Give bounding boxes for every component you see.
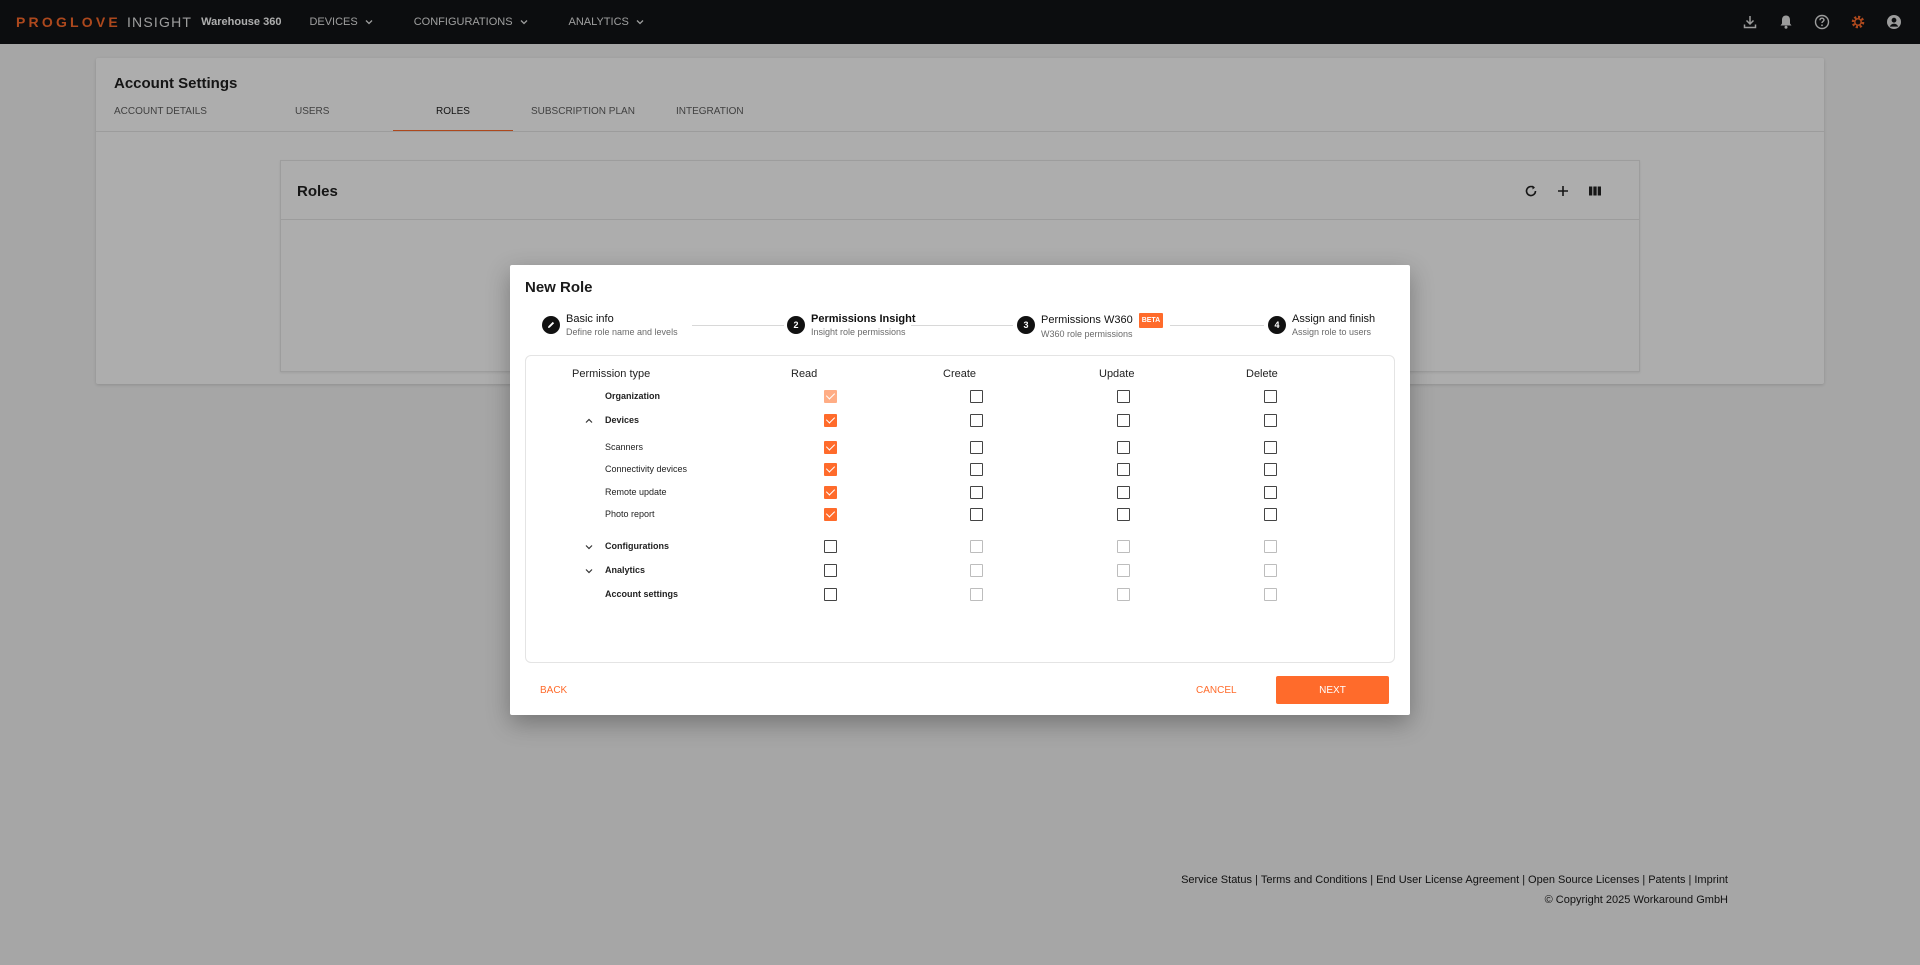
- create-checkbox[interactable]: [970, 486, 983, 499]
- create-checkbox[interactable]: [970, 414, 983, 427]
- delete-checkbox[interactable]: [1264, 414, 1277, 427]
- permission-label: Configurations: [605, 541, 669, 551]
- stepper: Basic info Define role name and levels 2…: [510, 313, 1410, 343]
- update-checkbox[interactable]: [1117, 441, 1130, 454]
- create-checkbox[interactable]: [970, 508, 983, 521]
- col-delete: Delete: [1246, 368, 1278, 380]
- update-checkbox[interactable]: [1117, 414, 1130, 427]
- delete-checkbox[interactable]: [1264, 588, 1277, 601]
- permission-label: Account settings: [605, 589, 679, 599]
- update-checkbox[interactable]: [1117, 540, 1130, 553]
- chevron-down-icon[interactable]: [582, 564, 596, 578]
- step-assign-finish[interactable]: 4 Assign and finish Assign role to users: [1268, 313, 1375, 338]
- read-checkbox[interactable]: [824, 414, 837, 427]
- step-number: 3: [1017, 316, 1035, 334]
- step-number: 2: [787, 316, 805, 334]
- delete-checkbox[interactable]: [1264, 540, 1277, 553]
- step-basic-info[interactable]: Basic info Define role name and levels: [542, 313, 678, 338]
- update-checkbox[interactable]: [1117, 463, 1130, 476]
- delete-checkbox[interactable]: [1264, 441, 1277, 454]
- create-checkbox[interactable]: [970, 588, 983, 601]
- read-checkbox[interactable]: [824, 441, 837, 454]
- step-title: Permissions Insight: [811, 313, 916, 325]
- read-checkbox[interactable]: [824, 390, 837, 403]
- update-checkbox[interactable]: [1117, 588, 1130, 601]
- delete-checkbox[interactable]: [1264, 508, 1277, 521]
- update-checkbox[interactable]: [1117, 564, 1130, 577]
- step-title: Permissions W360: [1041, 314, 1133, 326]
- delete-checkbox[interactable]: [1264, 564, 1277, 577]
- step-subtitle: Insight role permissions: [811, 327, 906, 337]
- read-checkbox[interactable]: [824, 564, 837, 577]
- col-permission-type: Permission type: [572, 368, 651, 380]
- col-update: Update: [1099, 368, 1135, 380]
- chevron-down-icon[interactable]: [582, 540, 596, 554]
- permission-label: Photo report: [605, 509, 655, 519]
- create-checkbox[interactable]: [970, 564, 983, 577]
- cancel-button[interactable]: CANCEL: [1196, 685, 1237, 696]
- delete-checkbox[interactable]: [1264, 463, 1277, 476]
- create-checkbox[interactable]: [970, 540, 983, 553]
- step-connector: [911, 325, 1013, 326]
- update-checkbox[interactable]: [1117, 390, 1130, 403]
- step-connector: [1170, 325, 1264, 326]
- step-subtitle: Define role name and levels: [566, 327, 678, 337]
- read-checkbox[interactable]: [824, 588, 837, 601]
- delete-checkbox[interactable]: [1264, 486, 1277, 499]
- read-checkbox[interactable]: [824, 463, 837, 476]
- dialog-title: New Role: [525, 279, 593, 296]
- beta-badge: BETA: [1138, 313, 1164, 328]
- new-role-dialog: New Role Basic info Define role name and…: [510, 265, 1410, 715]
- next-button[interactable]: NEXT: [1276, 676, 1389, 704]
- read-checkbox[interactable]: [824, 486, 837, 499]
- step-subtitle: Assign role to users: [1292, 327, 1372, 337]
- step-title: Basic info: [566, 313, 614, 325]
- permission-label: Scanners: [605, 442, 644, 452]
- back-button[interactable]: BACK: [540, 685, 567, 696]
- create-checkbox[interactable]: [970, 390, 983, 403]
- permission-label: Devices: [605, 415, 640, 425]
- col-create: Create: [943, 368, 977, 380]
- chevron-up-icon[interactable]: [582, 414, 596, 428]
- read-checkbox[interactable]: [824, 508, 837, 521]
- read-checkbox[interactable]: [824, 540, 837, 553]
- step-subtitle: W360 role permissions: [1041, 329, 1133, 339]
- edit-icon: [542, 316, 560, 334]
- permission-label: Connectivity devices: [605, 464, 688, 474]
- step-permissions-insight[interactable]: 2 Permissions Insight Insight role permi…: [787, 313, 916, 338]
- create-checkbox[interactable]: [970, 441, 983, 454]
- permission-label: Remote update: [605, 487, 667, 497]
- update-checkbox[interactable]: [1117, 508, 1130, 521]
- permissions-table: Permission type Read Create Update Delet…: [525, 355, 1395, 663]
- step-number: 4: [1268, 316, 1286, 334]
- update-checkbox[interactable]: [1117, 486, 1130, 499]
- create-checkbox[interactable]: [970, 463, 983, 476]
- permission-label: Analytics: [605, 565, 646, 575]
- permission-label: Organization: [605, 391, 661, 401]
- col-read: Read: [791, 368, 818, 380]
- step-connector: [692, 325, 784, 326]
- delete-checkbox[interactable]: [1264, 390, 1277, 403]
- step-permissions-w360[interactable]: 3 Permissions W360 BETA W360 role permis…: [1017, 313, 1164, 340]
- step-title: Assign and finish: [1292, 313, 1376, 325]
